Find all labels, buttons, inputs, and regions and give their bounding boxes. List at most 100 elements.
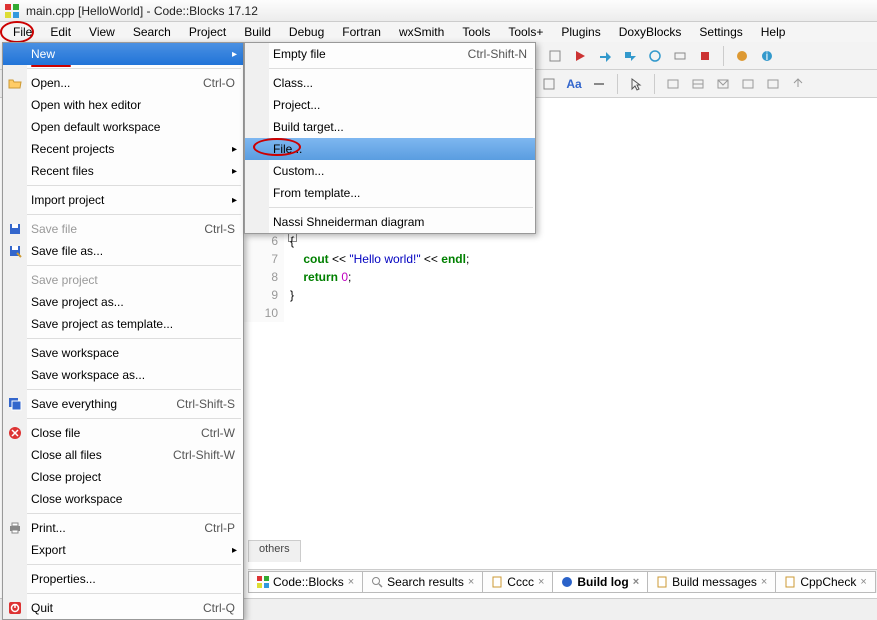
tab-close-icon[interactable]: ×	[468, 576, 474, 588]
menu-view[interactable]: View	[80, 23, 124, 41]
file-menu-close-workspace[interactable]: Close workspace	[3, 488, 243, 510]
toolbar-run-icon[interactable]	[569, 45, 591, 67]
new-submenu-custom-[interactable]: Custom...	[245, 160, 535, 182]
tab-close-icon[interactable]: ×	[860, 576, 866, 588]
new-submenu-from-template-[interactable]: From template...	[245, 182, 535, 204]
file-menu-close-file[interactable]: Close fileCtrl-W	[3, 422, 243, 444]
new-submenu-class-[interactable]: Class...	[245, 72, 535, 94]
bottom-tab-build-messages[interactable]: Build messages×	[647, 571, 776, 593]
new-submenu-nassi-shneiderman-diagram[interactable]: Nassi Shneiderman diagram	[245, 211, 535, 233]
file-menu-print-[interactable]: Print...Ctrl-P	[3, 517, 243, 539]
menu-plugins[interactable]: Plugins	[552, 23, 609, 41]
tab-close-icon[interactable]: ×	[538, 576, 544, 588]
new-submenu-empty-file[interactable]: Empty fileCtrl-Shift-N	[245, 43, 535, 65]
toolbar-info-icon[interactable]: i	[756, 45, 778, 67]
code-content[interactable]: { cout << "Hello world!" << endl; return…	[290, 232, 469, 304]
toolbar-regex-icon[interactable]	[588, 73, 610, 95]
toolbar-step-icon[interactable]	[594, 45, 616, 67]
file-menu-recent-projects[interactable]: Recent projects▸	[3, 138, 243, 160]
submenu-arrow-icon: ▸	[232, 49, 237, 60]
menu-item-label: Save everything	[31, 397, 176, 411]
tab-close-icon[interactable]: ×	[761, 576, 767, 588]
menu-edit[interactable]: Edit	[41, 23, 80, 41]
menu-wxsmith[interactable]: wxSmith	[390, 23, 453, 41]
new-submenu-project-[interactable]: Project...	[245, 94, 535, 116]
menu-shortcut: Ctrl-O	[203, 76, 235, 90]
file-menu-save-project-as-template-[interactable]: Save project as template...	[3, 313, 243, 335]
bottom-tab-code-blocks[interactable]: Code::Blocks×	[248, 571, 363, 593]
file-menu-save-project-as-[interactable]: Save project as...	[3, 291, 243, 313]
toolbar-box-icon[interactable]	[687, 73, 709, 95]
menu-build[interactable]: Build	[235, 23, 280, 41]
file-menu-close-all-files[interactable]: Close all filesCtrl-Shift-W	[3, 444, 243, 466]
bottom-tab-search-results[interactable]: Search results ×	[362, 571, 483, 593]
file-menu-save-workspace[interactable]: Save workspace	[3, 342, 243, 364]
file-menu-save-file[interactable]: Save fileCtrl-S	[3, 218, 243, 240]
file-menu-quit[interactable]: QuitCtrl-Q	[3, 597, 243, 619]
toolbar-icon[interactable]	[544, 45, 566, 67]
file-menu-open-default-workspace[interactable]: Open default workspace	[3, 116, 243, 138]
toolbar-box-icon[interactable]	[762, 73, 784, 95]
menu-toolsplus[interactable]: Tools+	[499, 23, 552, 41]
file-menu-save-project[interactable]: Save project	[3, 269, 243, 291]
file-menu-open-[interactable]: Open...Ctrl-O	[3, 72, 243, 94]
menu-item-label: Quit	[31, 601, 203, 615]
menu-tools[interactable]: Tools	[453, 23, 499, 41]
menu-project[interactable]: Project	[180, 23, 235, 41]
file-menu-properties-[interactable]: Properties...	[3, 568, 243, 590]
file-menu-new[interactable]: New▸	[3, 43, 243, 65]
new-submenu-build-target-[interactable]: Build target...	[245, 116, 535, 138]
tab-icon	[561, 576, 573, 588]
menu-shortcut: Ctrl-Shift-N	[468, 47, 527, 61]
menu-settings[interactable]: Settings	[690, 23, 751, 41]
file-menu-export[interactable]: Export▸	[3, 539, 243, 561]
app-icon	[4, 3, 20, 19]
toolbar-step-icon[interactable]	[669, 45, 691, 67]
file-menu-close-project[interactable]: Close project	[3, 466, 243, 488]
new-submenu-file-[interactable]: File...	[245, 138, 535, 160]
saveall-icon	[7, 396, 23, 412]
menu-shortcut: Ctrl-Q	[203, 601, 235, 615]
menu-item-label: Print...	[31, 521, 204, 535]
toolbar-stop-icon[interactable]	[694, 45, 716, 67]
toolbar-step-icon[interactable]	[644, 45, 666, 67]
toolbar-debug-icon[interactable]	[731, 45, 753, 67]
tab-close-icon[interactable]: ×	[348, 576, 354, 588]
tab-label: Search results	[387, 575, 464, 589]
tab-label: Build log	[577, 575, 628, 589]
bottom-tab-cppcheck[interactable]: CppCheck×	[775, 571, 875, 593]
menu-fortran[interactable]: Fortran	[333, 23, 390, 41]
file-menu-save-everything[interactable]: Save everythingCtrl-Shift-S	[3, 393, 243, 415]
toolbar-step-icon[interactable]	[619, 45, 641, 67]
bottom-tabs: Code::Blocks×Search results×Cccc×Build l…	[248, 569, 877, 593]
menu-item-label: Recent files	[31, 164, 235, 178]
toolbar-box-icon[interactable]	[662, 73, 684, 95]
tab-icon	[371, 576, 383, 588]
menu-search[interactable]: Search	[124, 23, 180, 41]
bottom-tab-build-log[interactable]: Build log ×	[552, 571, 648, 593]
toolbar-mail-icon[interactable]	[712, 73, 734, 95]
menu-file[interactable]: File	[4, 23, 41, 41]
file-menu-recent-files[interactable]: Recent files▸	[3, 160, 243, 182]
bottom-tab-cccc[interactable]: Cccc×	[482, 571, 553, 593]
file-menu-import-project[interactable]: Import project▸	[3, 189, 243, 211]
file-menu-dropdown: New▸ Open...Ctrl-OOpen with hex editorOpe…	[2, 42, 244, 620]
toolbar-select-icon[interactable]	[538, 73, 560, 95]
menu-item-label: Close all files	[31, 448, 173, 462]
save-icon	[7, 221, 23, 237]
file-menu-save-file-as-[interactable]: Save file as...	[3, 240, 243, 262]
toolbar-arrow-icon[interactable]	[787, 73, 809, 95]
tab-close-icon[interactable]: ×	[633, 576, 639, 588]
toolbar-aa-icon[interactable]: Aa	[563, 73, 585, 95]
menu-item-label: Save workspace as...	[31, 368, 235, 382]
toolbar-pointer-icon[interactable]	[625, 73, 647, 95]
submenu-arrow-icon: ▸	[232, 545, 237, 556]
menu-debug[interactable]: Debug	[280, 23, 333, 41]
others-tab[interactable]: others	[248, 540, 301, 562]
menu-doxyblocks[interactable]: DoxyBlocks	[610, 23, 691, 41]
file-menu-open-with-hex-editor[interactable]: Open with hex editor	[3, 94, 243, 116]
file-menu-save-workspace-as-[interactable]: Save workspace as...	[3, 364, 243, 386]
toolbar-box-icon[interactable]	[737, 73, 759, 95]
saveas-icon	[7, 243, 23, 259]
menu-help[interactable]: Help	[752, 23, 795, 41]
